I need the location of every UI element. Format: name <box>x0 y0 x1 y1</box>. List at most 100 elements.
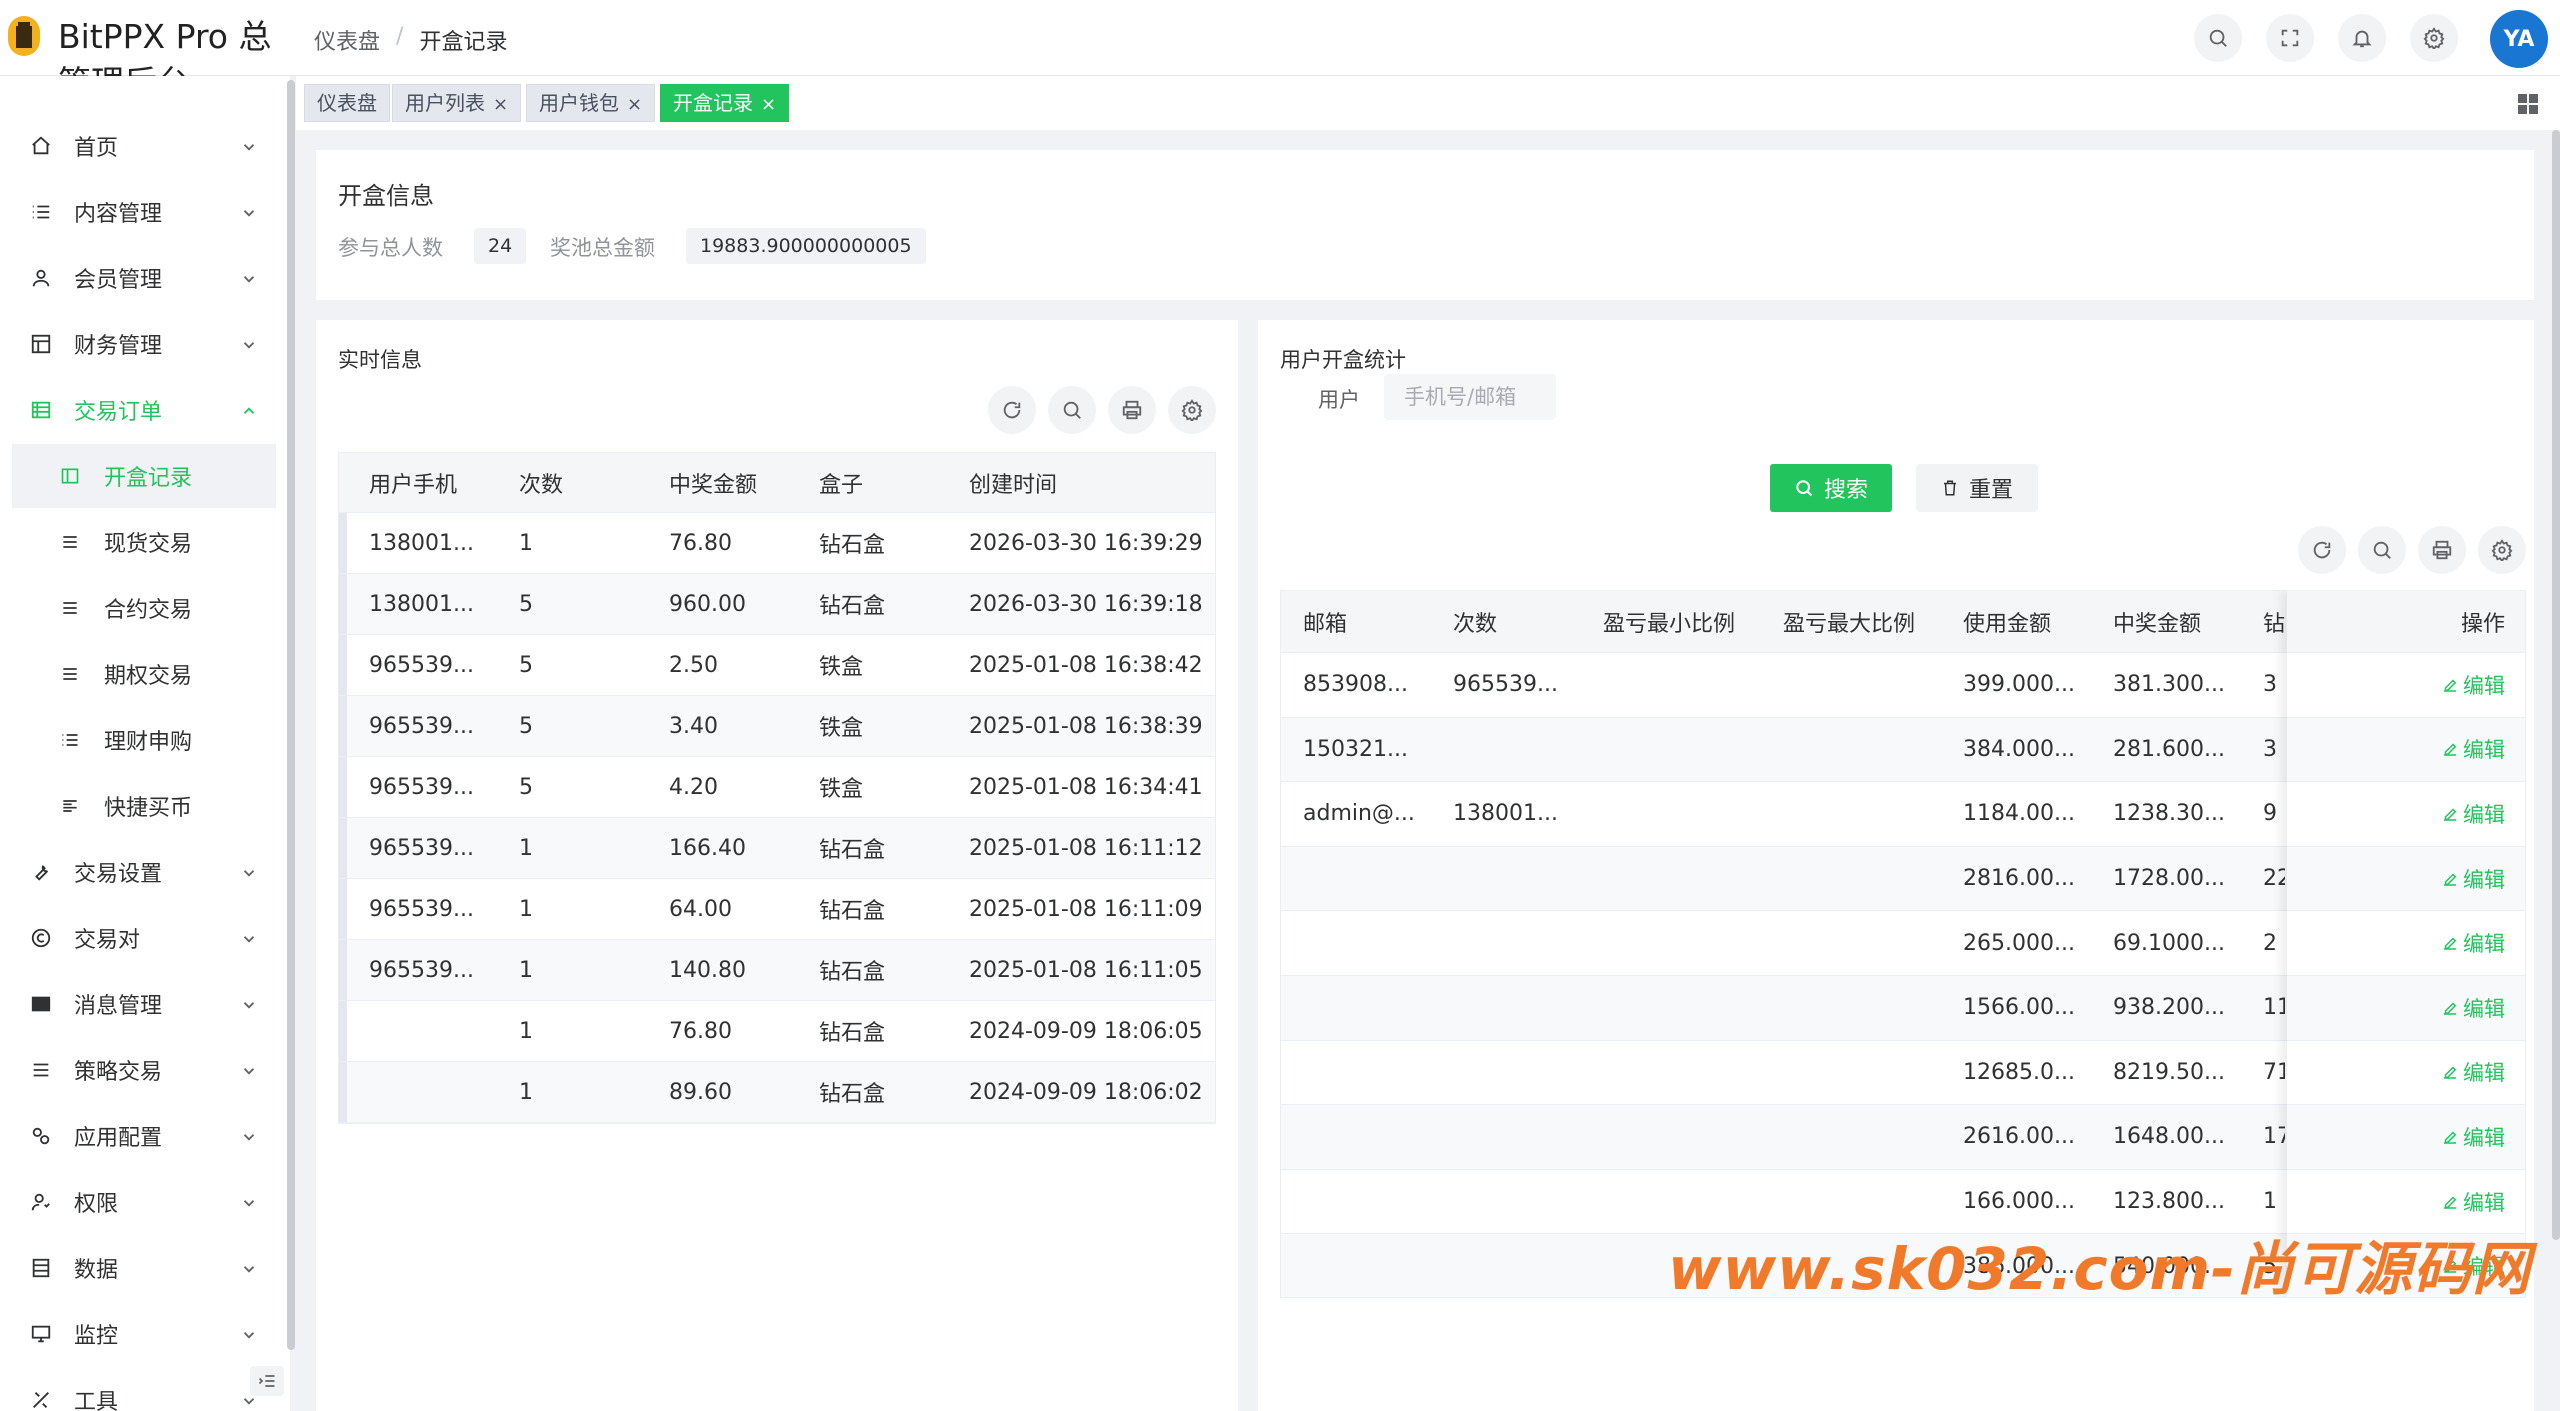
sidebar-item-pairs[interactable]: 交易对 <box>12 906 276 970</box>
column-settings-button[interactable] <box>1168 386 1216 434</box>
layout-icon <box>61 468 79 484</box>
search-button[interactable]: 搜索 <box>1770 464 1892 512</box>
sidebar-item-orders[interactable]: 交易订单 <box>12 378 276 442</box>
table-cell: 265.000... <box>1963 930 2075 956</box>
search-icon <box>2209 29 2227 47</box>
sidebar-item-members[interactable]: 会员管理 <box>12 246 276 310</box>
edit-button[interactable]: 编辑 <box>2441 1122 2505 1152</box>
sidebar-item-content[interactable]: 内容管理 <box>12 180 276 244</box>
sidebar-collapse-button[interactable] <box>250 1366 284 1396</box>
print-button[interactable] <box>1108 386 1156 434</box>
menu-icon <box>33 1063 49 1077</box>
refresh-button[interactable] <box>2298 526 2346 574</box>
action-header: 操作 <box>2287 591 2525 653</box>
watermark-text: www.sk032.com-尚可源码网 <box>1668 1235 2532 1303</box>
table-header-row: 用户手机 次数 中奖金额 盒子 创建时间 <box>339 453 1215 513</box>
notification-button[interactable] <box>2338 14 2386 62</box>
table-row: 965539... 1 166.40 钻石盒 2025-01-08 16:11:12 <box>339 818 1215 879</box>
sidebar-item-permissions[interactable]: 权限 <box>12 1170 276 1234</box>
close-icon[interactable]: × <box>493 94 508 115</box>
table-cell: 938.200... <box>2113 995 2225 1021</box>
sidebar-item-monitor[interactable]: 监控 <box>12 1302 276 1366</box>
gear-icon <box>2491 539 2513 561</box>
table-cell: 1184.00... <box>1963 801 2075 827</box>
column-header: 钻 <box>2263 611 2285 637</box>
table-cell: 71 <box>2263 1059 2285 1085</box>
main-scrollbar[interactable] <box>2552 130 2560 1240</box>
breadcrumb-item-current: 开盒记录 <box>419 30 508 55</box>
close-icon[interactable]: × <box>761 94 776 115</box>
copyright-icon <box>31 928 51 948</box>
sidebar-scrollbar[interactable] <box>287 80 295 1350</box>
refresh-icon <box>2313 541 2331 559</box>
table-cell: 64.00 <box>669 896 732 922</box>
table-cell: 965539... <box>369 835 474 861</box>
column-settings-button[interactable] <box>2478 526 2526 574</box>
row-marker <box>339 1062 347 1122</box>
edit-button[interactable]: 编辑 <box>2441 864 2505 894</box>
edit-button[interactable]: 编辑 <box>2441 670 2505 700</box>
sidebar-subitem-contract[interactable]: 合约交易 <box>12 576 276 640</box>
close-icon[interactable]: × <box>627 94 642 115</box>
edit-button[interactable]: 编辑 <box>2441 928 2505 958</box>
align-left-icon <box>63 800 77 812</box>
realtime-title: 实时信息 <box>338 348 422 372</box>
toggle-search-button[interactable] <box>1048 386 1096 434</box>
row-marker <box>339 940 347 1000</box>
table-cell: 钻石盒 <box>819 594 886 619</box>
edit-icon <box>2444 743 2457 757</box>
sidebar-item-strategy[interactable]: 策略交易 <box>12 1038 276 1102</box>
table-cell: admin@... <box>1303 801 1415 827</box>
sidebar-subitem-options[interactable]: 期权交易 <box>12 642 276 706</box>
fullscreen-button[interactable] <box>2266 14 2314 62</box>
sidebar-item-trade-settings[interactable]: 交易设置 <box>12 840 276 904</box>
fullscreen-icon <box>2281 29 2299 47</box>
edit-button[interactable]: 编辑 <box>2441 799 2505 829</box>
table-cell: 2025-01-08 16:38:42 <box>969 652 1203 678</box>
sidebar-subitem-quick-buy[interactable]: 快捷买币 <box>12 774 276 838</box>
reset-button[interactable]: 重置 <box>1916 464 2038 512</box>
column-header: 邮箱 <box>1303 611 1348 637</box>
edit-button[interactable]: 编辑 <box>2441 1187 2505 1217</box>
tab-dashboard[interactable]: 仪表盘 <box>304 84 390 122</box>
sidebar-item-finance[interactable]: 财务管理 <box>12 312 276 376</box>
tab-user-list[interactable]: 用户列表 × <box>392 84 522 122</box>
sidebar-item-data[interactable]: 数据 <box>12 1236 276 1300</box>
tab-user-wallet[interactable]: 用户钱包 × <box>526 84 656 122</box>
table-cell: 5 <box>519 774 533 800</box>
header-search-button[interactable] <box>2194 14 2242 62</box>
sidebar-item-tools[interactable]: 工具 <box>12 1368 276 1411</box>
settings-button[interactable] <box>2410 14 2458 62</box>
column-header: 盒子 <box>819 472 864 498</box>
user-search-input[interactable]: 手机号/邮箱 <box>1384 374 1556 420</box>
tab-box-records[interactable]: 开盒记录 × <box>660 84 790 122</box>
refresh-button[interactable] <box>988 386 1036 434</box>
table-icon <box>31 334 51 354</box>
chevron-down-icon <box>243 276 255 283</box>
sidebar-subitem-wealth[interactable]: 理财申购 <box>12 708 276 772</box>
table-cell: 11 <box>2263 995 2285 1021</box>
column-header: 使用金额 <box>1963 611 2052 637</box>
table-cell: 166.40 <box>669 835 746 861</box>
table-cell: 2024-09-09 18:06:02 <box>969 1079 1203 1105</box>
print-button[interactable] <box>2418 526 2466 574</box>
sidebar-item-app-config[interactable]: 应用配置 <box>12 1104 276 1168</box>
edit-button[interactable]: 编辑 <box>2441 1057 2505 1087</box>
table-row: 965539... 1 64.00 钻石盒 2025-01-08 16:11:09 <box>339 879 1215 940</box>
edit-icon <box>2444 1196 2457 1209</box>
sidebar-item-messages[interactable]: 消息管理 <box>12 972 276 1036</box>
breadcrumb-item-dashboard[interactable]: 仪表盘 <box>314 24 380 56</box>
toggle-search-button[interactable] <box>2358 526 2406 574</box>
bell-icon <box>2352 30 2372 48</box>
action-cell: 编辑 <box>2287 717 2525 783</box>
tab-menu-button[interactable] <box>2516 92 2540 116</box>
user-avatar[interactable]: YA <box>2490 10 2548 68</box>
table-cell: 965539... <box>1453 672 1558 698</box>
table-cell: 5 <box>519 652 533 678</box>
sidebar-subitem-box-records[interactable]: 开盒记录 <box>12 444 276 508</box>
edit-button[interactable]: 编辑 <box>2441 993 2505 1023</box>
sidebar-subitem-spot[interactable]: 现货交易 <box>12 510 276 574</box>
trash-icon <box>1943 480 1956 496</box>
edit-button[interactable]: 编辑 <box>2441 734 2505 764</box>
sidebar-item-home[interactable]: 首页 <box>12 114 276 178</box>
